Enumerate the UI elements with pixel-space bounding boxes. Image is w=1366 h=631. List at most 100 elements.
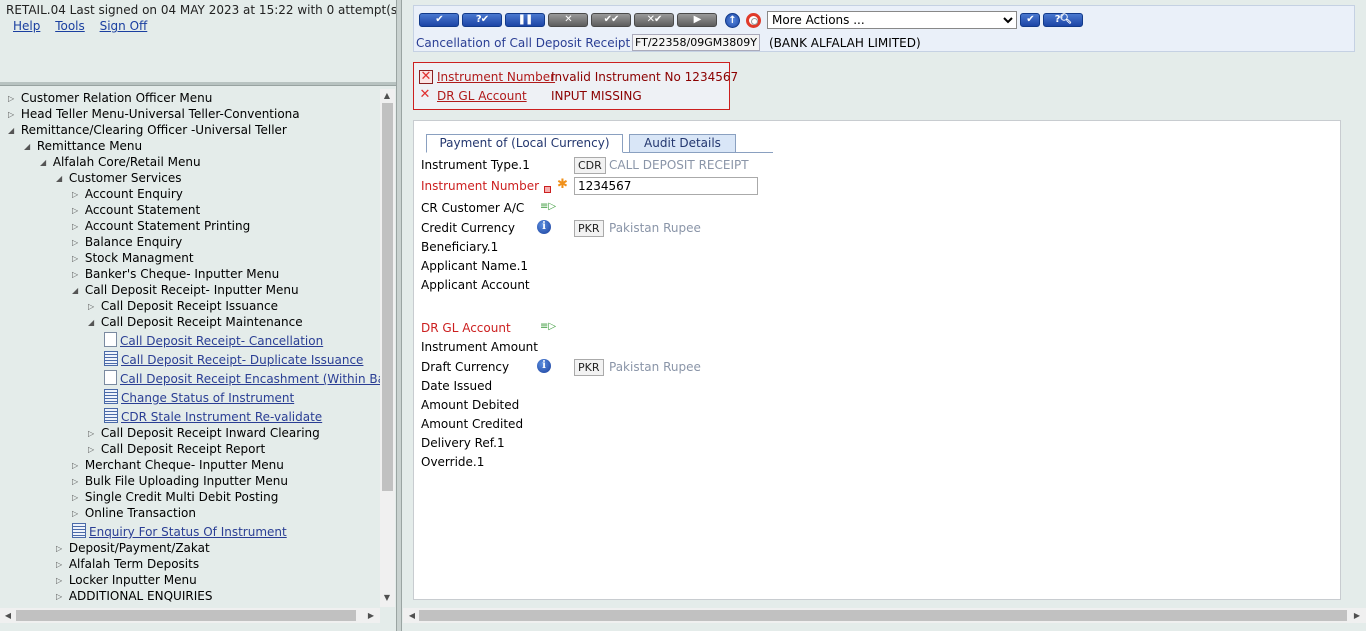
expand-arrow-icon[interactable]: ▷ — [56, 574, 65, 588]
scroll-up-arrow-icon[interactable]: ▲ — [381, 91, 393, 101]
menu-link-cdr-encashment[interactable]: Call Deposit Receipt Encashment (Within … — [104, 370, 380, 386]
menu-item-bulk-file-uploading[interactable]: ▷ Bulk File Uploading Inputter Menu — [72, 474, 288, 489]
expand-arrow-icon[interactable]: ▷ — [72, 188, 81, 202]
menu-item-label: Single Credit Multi Debit Posting — [84, 490, 279, 504]
scroll-right-arrow-icon[interactable]: ▶ — [1351, 611, 1363, 621]
menu-item-account-statement-printing[interactable]: ▷ Account Statement Printing — [72, 219, 250, 234]
content-horizontal-scrollbar[interactable]: ◀ ▶ — [403, 608, 1366, 623]
menu-item-customer-services[interactable]: ◢ Customer Services — [56, 171, 182, 186]
collapse-arrow-icon[interactable]: ◢ — [40, 156, 49, 170]
scroll-down-arrow-icon[interactable]: ▼ — [381, 593, 393, 603]
scroll-left-arrow-icon[interactable]: ◀ — [406, 611, 418, 621]
expand-arrow-icon[interactable]: ▷ — [72, 268, 81, 282]
error-message: Invalid Instrument No 1234567 — [551, 70, 739, 84]
more-actions-go-button[interactable]: ✔ — [1020, 13, 1040, 27]
dropdown-drill-icon[interactable]: ≡▷ — [540, 201, 556, 213]
menu-item-locker-inputter[interactable]: ▷ Locker Inputter Menu — [56, 573, 197, 588]
help-commit-button[interactable]: ?✔ — [462, 13, 502, 27]
menu-link-cdr-cancellation[interactable]: Call Deposit Receipt- Cancellation — [104, 332, 323, 348]
menu-item-customer-relation-officer[interactable]: ▷ Customer Relation Officer Menu — [8, 91, 212, 106]
error-field-instrument-number[interactable]: Instrument Number — [437, 70, 555, 84]
error-field-dr-gl-account[interactable]: DR GL Account — [437, 89, 527, 103]
menu-item-merchant-cheque[interactable]: ▷ Merchant Cheque- Inputter Menu — [72, 458, 284, 473]
menu-item-stock-managment[interactable]: ▷ Stock Managment — [72, 251, 194, 266]
dropdown-drill-icon[interactable]: ≡▷ — [540, 321, 556, 333]
expand-arrow-icon[interactable]: ▷ — [88, 300, 97, 314]
menu-horizontal-scrollbar[interactable]: ◀ ▶ — [0, 608, 380, 623]
frame-separator[interactable] — [0, 82, 396, 86]
info-icon[interactable]: i — [537, 359, 551, 373]
expand-arrow-icon[interactable]: ▷ — [72, 491, 81, 505]
scroll-left-arrow-icon[interactable]: ◀ — [2, 611, 14, 621]
expand-arrow-icon[interactable]: ▷ — [8, 108, 17, 122]
override-label: Override.1 — [421, 455, 485, 469]
menu-link-cdr-duplicate-issuance[interactable]: Call Deposit Receipt- Duplicate Issuance — [104, 351, 363, 367]
instrument-number-input[interactable] — [574, 177, 758, 195]
expand-arrow-icon[interactable]: ▷ — [72, 204, 81, 218]
authorise-button[interactable]: ✔✔ — [591, 13, 631, 27]
search-help-button[interactable]: ?🔍︎ — [1043, 13, 1083, 27]
menu-link-label: Enquiry For Status Of Instrument — [89, 525, 287, 539]
commit-button[interactable]: ✔ — [419, 13, 459, 27]
menu-item-remittance-clearing-officer[interactable]: ◢ Remittance/Clearing Officer -Universal… — [8, 123, 287, 138]
expand-arrow-icon[interactable]: ▷ — [56, 590, 65, 604]
menu-item-additional-enquiries[interactable]: ▷ ADDITIONAL ENQUIRIES — [56, 589, 212, 604]
frame-divider[interactable] — [396, 0, 402, 631]
collapse-arrow-icon[interactable]: ◢ — [88, 316, 97, 330]
next-button[interactable]: ▶ — [677, 13, 717, 27]
expand-arrow-icon[interactable]: ▷ — [88, 427, 97, 441]
more-actions-select[interactable]: More Actions ... — [767, 11, 1017, 29]
menu-item-alfalah-term-deposits[interactable]: ▷ Alfalah Term Deposits — [56, 557, 199, 572]
help-lifebuoy-button[interactable] — [746, 13, 761, 28]
reverse-button[interactable]: ✕✔ — [634, 13, 674, 27]
expand-arrow-icon[interactable]: ▷ — [8, 92, 17, 106]
menu-item-cdr-report[interactable]: ▷ Call Deposit Receipt Report — [88, 442, 265, 457]
collapse-arrow-icon[interactable]: ◢ — [8, 124, 17, 138]
info-icon[interactable]: i — [537, 220, 551, 234]
menu-item-deposit-payment-zakat[interactable]: ▷ Deposit/Payment/Zakat — [56, 541, 210, 556]
menu-item-head-teller[interactable]: ▷ Head Teller Menu-Universal Teller-Conv… — [8, 107, 300, 122]
menu-item-alfalah-core-retail[interactable]: ◢ Alfalah Core/Retail Menu — [40, 155, 201, 170]
menu-item-online-transaction[interactable]: ▷ Online Transaction — [72, 506, 196, 521]
menu-item-account-statement[interactable]: ▷ Account Statement — [72, 203, 200, 218]
expand-arrow-icon[interactable]: ▷ — [72, 220, 81, 234]
menu-item-single-credit-multi-debit[interactable]: ▷ Single Credit Multi Debit Posting — [72, 490, 278, 505]
menu-item-remittance-menu[interactable]: ◢ Remittance Menu — [24, 139, 142, 154]
expand-arrow-icon[interactable]: ▷ — [72, 475, 81, 489]
upload-button[interactable]: ↑ — [725, 13, 740, 28]
scroll-right-arrow-icon[interactable]: ▶ — [365, 611, 377, 621]
help-link[interactable]: Help — [13, 19, 40, 33]
menu-item-bankers-cheque[interactable]: ▷ Banker's Cheque- Inputter Menu — [72, 267, 279, 282]
menu-item-label: Stock Managment — [84, 251, 194, 265]
collapse-arrow-icon[interactable]: ◢ — [56, 172, 65, 186]
menu-item-cdr-maintenance[interactable]: ◢ Call Deposit Receipt Maintenance — [88, 315, 303, 330]
tab-payment-local-currency[interactable]: Payment of (Local Currency) — [426, 134, 623, 153]
menu-item-balance-enquiry[interactable]: ▷ Balance Enquiry — [72, 235, 182, 250]
scrollbar-thumb[interactable] — [419, 610, 1347, 621]
menu-item-cdr-inputter-menu[interactable]: ◢ Call Deposit Receipt- Inputter Menu — [72, 283, 299, 298]
collapse-arrow-icon[interactable]: ◢ — [24, 140, 33, 154]
menu-item-account-enquiry[interactable]: ▷ Account Enquiry — [72, 187, 183, 202]
tools-link[interactable]: Tools — [55, 19, 85, 33]
expand-arrow-icon[interactable]: ▷ — [72, 236, 81, 250]
expand-arrow-icon[interactable]: ▷ — [72, 507, 81, 521]
expand-arrow-icon[interactable]: ▷ — [88, 443, 97, 457]
menu-link-change-status-instrument[interactable]: Change Status of Instrument — [104, 389, 294, 405]
delete-button[interactable]: ✕ — [548, 13, 588, 27]
expand-arrow-icon[interactable]: ▷ — [72, 252, 81, 266]
menu-vertical-scrollbar[interactable]: ▲ ▼ — [380, 89, 395, 607]
menu-link-enquiry-status-instrument[interactable]: Enquiry For Status Of Instrument — [72, 523, 287, 539]
collapse-arrow-icon[interactable]: ◢ — [72, 284, 81, 298]
hold-button[interactable]: ❚❚ — [505, 13, 545, 27]
menu-item-cdr-inward-clearing[interactable]: ▷ Call Deposit Receipt Inward Clearing — [88, 426, 320, 441]
scrollbar-thumb[interactable] — [382, 103, 393, 491]
menu-link-cdr-stale-revalidate[interactable]: CDR Stale Instrument Re-validate — [104, 408, 322, 424]
expand-arrow-icon[interactable]: ▷ — [56, 558, 65, 572]
navigation-panel: RETAIL.04 Last signed on 04 MAY 2023 at … — [0, 0, 402, 631]
scrollbar-thumb[interactable] — [16, 610, 356, 621]
expand-arrow-icon[interactable]: ▷ — [72, 459, 81, 473]
tab-audit-details[interactable]: Audit Details — [629, 134, 736, 153]
expand-arrow-icon[interactable]: ▷ — [56, 542, 65, 556]
menu-item-cdr-issuance[interactable]: ▷ Call Deposit Receipt Issuance — [88, 299, 278, 314]
sign-off-link[interactable]: Sign Off — [100, 19, 148, 33]
